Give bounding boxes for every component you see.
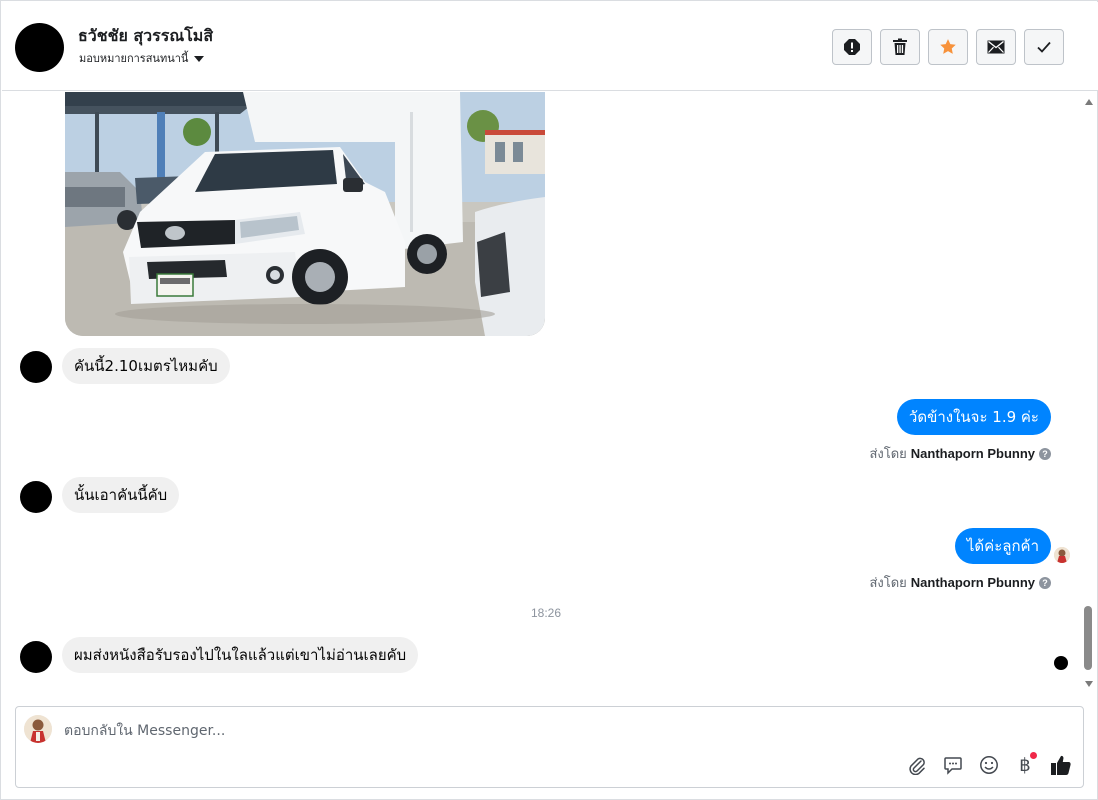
image-attachment[interactable] (65, 92, 545, 336)
attach-button[interactable] (905, 753, 929, 777)
star-button[interactable] (928, 29, 968, 65)
outgoing-message[interactable]: วัดข้างในจะ 1.9 ค่ะ (896, 399, 1051, 435)
sent-by-agent[interactable]: Nanthaporn Pbunny (911, 575, 1035, 590)
sent-by-agent[interactable]: Nanthaporn Pbunny (911, 446, 1035, 461)
sender-avatar[interactable] (20, 481, 52, 513)
timestamp-separator: 18:26 (530, 606, 562, 620)
reply-input[interactable] (64, 721, 864, 741)
incoming-message[interactable]: คันนี้2.10เมตรไหมคับ (62, 348, 230, 384)
payment-button[interactable]: ฿ (1013, 752, 1037, 777)
emoji-button[interactable] (977, 753, 1001, 777)
incoming-message[interactable]: นั้นเอาคันนี้คับ (62, 477, 180, 513)
sent-by-line: ส่งโดย Nanthaporn Pbunny ? (869, 443, 1051, 464)
mark-unread-button[interactable] (976, 29, 1016, 65)
assign-conversation-dropdown[interactable]: มอบหมายการสนทนานี้ (79, 49, 205, 67)
thread-scrollbar[interactable] (1083, 97, 1095, 689)
message-thread: คันนี้2.10เมตรไหมคับ วัดข้างในจะ 1.9 ค่ะ… (2, 92, 1082, 692)
sender-avatar[interactable] (20, 641, 52, 673)
assign-label: มอบหมายการสนทนานี้ (79, 52, 189, 65)
seen-indicator (1054, 656, 1068, 670)
help-icon[interactable]: ? (1039, 576, 1051, 589)
paperclip-icon (909, 757, 925, 775)
smiley-icon (980, 756, 998, 774)
incoming-message[interactable]: ผมส่งหนังสือรับรองไปในใลแล้วแต่เขาไม่อ่า… (62, 637, 419, 673)
star-icon (940, 39, 956, 54)
sent-by-line: ส่งโดย Nanthaporn Pbunny ? (869, 572, 1051, 593)
conversation-actions (832, 29, 1064, 65)
scroll-up-icon[interactable] (1085, 99, 1093, 105)
envelope-icon (987, 40, 1005, 54)
delete-button[interactable] (880, 29, 920, 65)
baht-icon: ฿ (1019, 754, 1031, 776)
caret-down-icon (194, 55, 205, 62)
exclamation-icon (844, 39, 860, 55)
trash-icon (893, 38, 907, 55)
outgoing-message[interactable]: ได้ค่ะลูกค้า (954, 528, 1051, 564)
scroll-down-icon[interactable] (1085, 681, 1093, 687)
sender-avatar[interactable] (20, 351, 52, 383)
read-receipt-avatar (1054, 547, 1070, 563)
saved-replies-button[interactable] (941, 753, 965, 777)
reply-composer: ฿ (15, 706, 1084, 788)
scroll-thumb[interactable] (1084, 606, 1092, 670)
conversation-header: ธวัชชัย สุวรรณโมสิ มอบหมายการสนทนานี้ (2, 2, 1098, 91)
notification-dot (1030, 752, 1037, 759)
help-icon[interactable]: ? (1039, 447, 1051, 460)
like-button[interactable] (1049, 753, 1073, 777)
mark-done-button[interactable] (1024, 29, 1064, 65)
thumbs-up-icon (1051, 755, 1071, 775)
truck-photo (65, 92, 545, 336)
composer-tools: ฿ (905, 752, 1073, 777)
report-button[interactable] (832, 29, 872, 65)
my-avatar (24, 715, 52, 743)
messenger-window: ธวัชชัย สุวรรณโมสิ มอบหมายการสนทนานี้ คั… (0, 0, 1098, 800)
contact-name[interactable]: ธวัชชัย สุวรรณโมสิ (78, 24, 213, 49)
contact-avatar[interactable] (15, 23, 64, 72)
comment-icon (944, 757, 962, 775)
sent-by-prefix: ส่งโดย (869, 446, 907, 461)
sent-by-prefix: ส่งโดย (869, 575, 907, 590)
check-icon (1037, 41, 1051, 53)
